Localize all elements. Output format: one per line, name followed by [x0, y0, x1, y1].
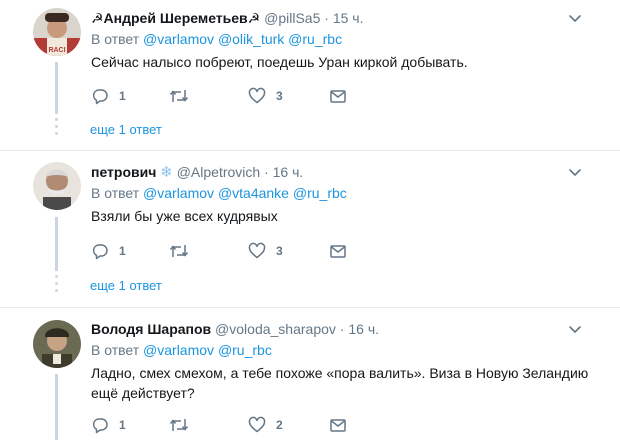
- show-more-replies[interactable]: еще 1 ответ: [90, 277, 162, 295]
- reply-count: 1: [119, 244, 126, 258]
- reply-mention[interactable]: @ru_rbc: [293, 185, 347, 201]
- heart-icon: [248, 416, 266, 433]
- reply-icon: [92, 244, 108, 260]
- separator-dot: ·: [339, 321, 345, 337]
- author-handle[interactable]: @pillSa5: [264, 10, 320, 26]
- chevron-down-icon[interactable]: [567, 10, 583, 26]
- avatar[interactable]: RACI: [33, 8, 81, 56]
- tweet-2[interactable]: петрович ❄ @Alpetrovich · 16 ч. В ответ …: [0, 151, 620, 307]
- reply-context: В ответ @varlamov @olik_turk @ru_rbc: [91, 29, 590, 49]
- like-count: 3: [276, 89, 283, 103]
- dm-button[interactable]: [329, 86, 347, 106]
- retweet-button[interactable]: [169, 86, 199, 106]
- reply-button[interactable]: 1: [91, 415, 126, 435]
- reply-mention[interactable]: @olik_turk: [218, 31, 284, 47]
- reply-count: 1: [119, 418, 126, 432]
- retweet-icon: [169, 245, 189, 257]
- reply-context: В ответ @varlamov @vta4anke @ru_rbc: [91, 183, 590, 203]
- dm-button[interactable]: [329, 415, 347, 435]
- author-handle[interactable]: @voloda_sharapov: [215, 321, 336, 337]
- like-button[interactable]: 3: [248, 241, 283, 261]
- author-name[interactable]: ☭Андрей Шереметьев☭: [91, 10, 260, 26]
- reply-mention[interactable]: @vta4anke: [218, 185, 289, 201]
- chevron-down-icon[interactable]: [567, 164, 583, 180]
- snowflake-icon: ❄: [160, 164, 173, 181]
- retweet-icon: [169, 90, 189, 102]
- timestamp[interactable]: 16 ч.: [348, 321, 379, 337]
- author-name[interactable]: Володя Шарапов: [91, 321, 211, 337]
- retweet-button[interactable]: [169, 241, 199, 261]
- reply-mention[interactable]: @varlamov: [143, 31, 214, 47]
- timestamp[interactable]: 16 ч.: [273, 164, 304, 180]
- reply-prefix: В ответ: [91, 31, 140, 47]
- tweet-3[interactable]: Володя Шарапов @voloda_sharapov · 16 ч. …: [0, 308, 620, 440]
- thread-line: [55, 374, 58, 440]
- heart-icon: [248, 242, 266, 259]
- tweet-actions: 1 2: [91, 415, 391, 435]
- retweet-icon: [169, 419, 189, 431]
- reply-count: 1: [119, 89, 126, 103]
- like-count: 2: [276, 418, 283, 432]
- tweet-text: Ладно, смех смехом, а тебе похоже «пора …: [91, 365, 589, 401]
- tweet-text: Взяли бы уже всех кудрявых: [91, 208, 278, 224]
- reply-icon: [92, 89, 108, 105]
- author-name[interactable]: петрович: [91, 164, 156, 180]
- like-count: 3: [276, 244, 283, 258]
- reply-prefix: В ответ: [91, 185, 140, 201]
- dm-button[interactable]: [329, 241, 347, 261]
- reply-prefix: В ответ: [91, 342, 140, 358]
- author-handle[interactable]: @Alpetrovich: [177, 164, 260, 180]
- avatar[interactable]: [33, 320, 81, 368]
- reply-button[interactable]: 1: [91, 241, 126, 261]
- retweet-button[interactable]: [169, 415, 199, 435]
- envelope-icon: [330, 245, 346, 258]
- show-more-replies[interactable]: еще 1 ответ: [90, 121, 162, 139]
- heart-icon: [248, 87, 266, 104]
- tweet-actions: 1 3: [91, 241, 391, 261]
- reply-mention[interactable]: @ru_rbc: [288, 31, 342, 47]
- separator-dot: ·: [264, 164, 269, 180]
- like-button[interactable]: 2: [248, 415, 283, 435]
- reply-icon: [92, 418, 108, 434]
- envelope-icon: [330, 419, 346, 432]
- tweet-text: Сейчас налысо побреют, поедешь Уран кирк…: [91, 54, 468, 70]
- thread-line: [55, 62, 58, 114]
- envelope-icon: [330, 90, 346, 103]
- svg-text:RACI: RACI: [48, 47, 65, 54]
- reply-context: В ответ @varlamov @ru_rbc: [91, 340, 590, 360]
- separator-dot: ·: [324, 10, 329, 26]
- thread-line: [55, 217, 58, 271]
- reply-mention[interactable]: @ru_rbc: [218, 342, 272, 358]
- thread-dots: [55, 118, 58, 139]
- timestamp[interactable]: 15 ч.: [333, 10, 364, 26]
- chevron-down-icon[interactable]: [567, 321, 583, 337]
- reply-mention[interactable]: @varlamov: [143, 342, 214, 358]
- avatar[interactable]: [33, 162, 81, 210]
- reply-mention[interactable]: @varlamov: [143, 185, 214, 201]
- tweet-actions: 1 3: [91, 86, 391, 106]
- tweet-1[interactable]: RACI ☭Андрей Шереметьев☭ @pillSa5 · 15 ч…: [0, 0, 620, 150]
- thread-dots: [55, 275, 58, 296]
- reply-button[interactable]: 1: [91, 86, 126, 106]
- like-button[interactable]: 3: [248, 86, 283, 106]
